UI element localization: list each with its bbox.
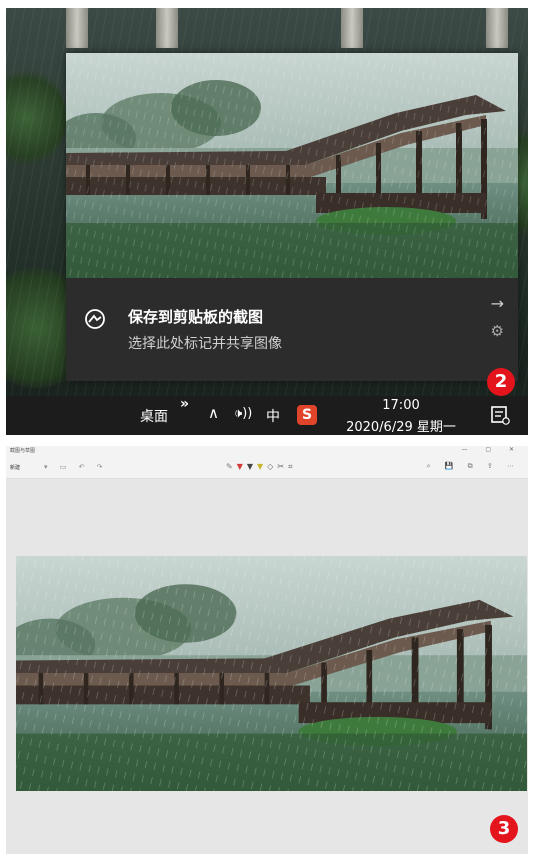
step-3-badge: 3	[490, 815, 518, 843]
settings-gear-icon[interactable]: ⚙	[491, 322, 504, 340]
open-arrow-icon[interactable]: →	[491, 294, 504, 313]
new-snip-button[interactable]: 新建	[10, 464, 20, 471]
sogou-input-icon[interactable]: S	[297, 405, 317, 425]
foliage	[6, 68, 66, 168]
input-method-indicator[interactable]: 中	[266, 406, 280, 426]
screenshot-notification-toast[interactable]: 保存到剪贴板的截图 选择此处标记并共享图像 → ⚙	[66, 53, 518, 381]
pavilion-pillar	[486, 8, 508, 48]
toast-title: 保存到剪贴板的截图	[128, 308, 264, 326]
zoom-save-copy-share-icons[interactable]: ⌕ 💾 ⧉ ⇪ ⋯	[427, 462, 520, 471]
window-title: 截图与草图	[10, 448, 36, 454]
pavilion-pillar	[66, 8, 88, 48]
clock-time[interactable]: 17:00	[341, 398, 461, 413]
captured-screenshot-image[interactable]	[16, 556, 527, 791]
pen-tools-icons[interactable]: ✎▼▼▼◇✂⌗	[226, 462, 297, 472]
toast-footer[interactable]: 保存到剪贴板的截图 选择此处标记并共享图像 → ⚙	[66, 278, 518, 381]
pavilion-pillar	[156, 8, 178, 48]
toolbar-expand-chevron-icon[interactable]: »	[180, 396, 189, 412]
editing-canvas[interactable]	[6, 479, 528, 854]
screenshot-preview-image[interactable]	[66, 53, 518, 278]
editor-toolbar: 新建 ▾ ▭ ↶ ↷ ✎▼▼▼◇✂⌗ ⌕ 💾 ⧉ ⇪ ⋯	[6, 458, 528, 479]
open-undo-redo-icons[interactable]: ▾ ▭ ↶ ↷	[44, 463, 108, 471]
pavilion-pillar	[341, 8, 363, 48]
volume-icon[interactable]: 🕩))	[234, 406, 252, 421]
action-center-icon[interactable]	[490, 405, 510, 425]
taskbar: 桌面 » ∧ 🕩)) 中 S 17:00 2020/6/29 星期一	[6, 396, 528, 435]
desktop-background: 保存到剪贴板的截图 选择此处标记并共享图像 → ⚙ 桌面 » ∧ 🕩)) 中 S…	[6, 8, 528, 435]
window-controls[interactable]: — ▢ ✕	[461, 446, 522, 453]
step-2-badge: 2	[487, 368, 515, 396]
clock-date[interactable]: 2020/6/29 星期一	[341, 416, 461, 435]
toast-subtitle: 选择此处标记并共享图像	[128, 336, 282, 352]
window-titlebar: 截图与草图 — ▢ ✕	[6, 446, 528, 458]
snip-sketch-icon	[85, 309, 105, 329]
show-hidden-icons-icon[interactable]: ∧	[208, 404, 219, 422]
snip-sketch-window: 截图与草图 — ▢ ✕ 新建 ▾ ▭ ↶ ↷ ✎▼▼▼◇✂⌗ ⌕ 💾 ⧉ ⇪ ⋯	[6, 446, 528, 854]
desktop-toolbar-label[interactable]: 桌面	[140, 406, 168, 426]
